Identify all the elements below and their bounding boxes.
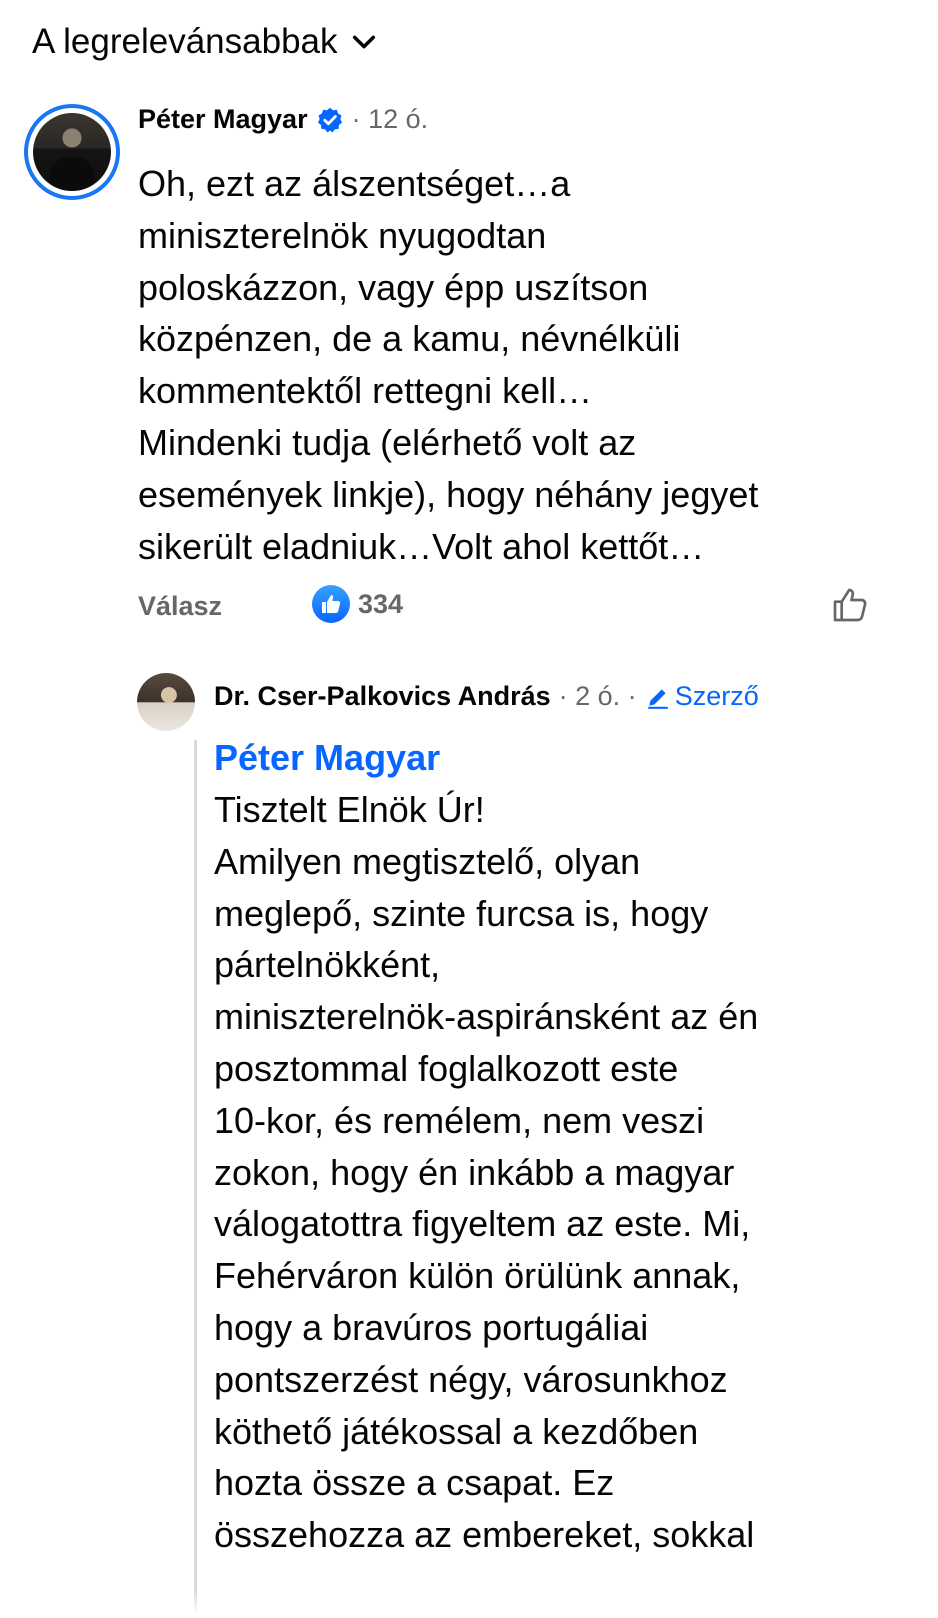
reply-line: összehozza az embereket, sokkal bbox=[214, 1514, 755, 1556]
comment-header: Péter Magyar · 12 ó. bbox=[138, 104, 428, 135]
reply-time[interactable]: · 2 ó. · bbox=[559, 681, 637, 712]
reaction-summary[interactable]: 334 bbox=[312, 585, 403, 623]
reply-line: Amilyen megtisztelő, olyan bbox=[214, 840, 641, 882]
comment-line: poloskázzon, vagy épp uszítson bbox=[138, 266, 649, 308]
thread-line bbox=[194, 740, 197, 1618]
reply-header: Dr. Cser-Palkovics András · 2 ó. · Szerz… bbox=[214, 681, 759, 712]
reply-author[interactable]: Dr. Cser-Palkovics András bbox=[214, 681, 551, 712]
comment-line: miniszterelnök nyugodtan bbox=[138, 214, 547, 256]
avatar[interactable] bbox=[24, 104, 120, 200]
verified-badge-icon bbox=[317, 107, 342, 132]
reply-line: zokon, hogy én inkább a magyar bbox=[214, 1151, 735, 1193]
sort-dropdown[interactable]: A legrelevánsabbak bbox=[32, 22, 378, 62]
author-badge-label: Szerző bbox=[674, 681, 759, 711]
like-reaction-icon bbox=[312, 585, 350, 623]
reply-line: meglepő, szinte furcsa is, hogy bbox=[214, 892, 709, 934]
comment-line: Mindenki tudja (elérhető volt az bbox=[138, 421, 637, 463]
author-badge: Szerző bbox=[645, 681, 759, 712]
like-icon[interactable] bbox=[830, 585, 870, 625]
comment-actions: Válasz 334 bbox=[138, 585, 878, 631]
sort-label: A legrelevánsabbak bbox=[32, 22, 338, 61]
reply-button[interactable]: Válasz bbox=[138, 591, 222, 622]
comment-line: események linkje), hogy néhány jegyet bbox=[138, 473, 759, 515]
comment-line: közpénzen, de a kamu, névnélküli bbox=[138, 318, 681, 360]
reply-text: Tisztelt Elnök Úr! Amilyen megtisztelő, … bbox=[214, 784, 914, 1561]
reply-line: Fehérváron külön örülünk annak, bbox=[214, 1255, 741, 1297]
reply-line: Tisztelt Elnök Úr! bbox=[214, 789, 485, 830]
pencil-icon bbox=[647, 688, 668, 709]
scroll-fade bbox=[0, 1590, 938, 1618]
reply-line: válogatottra figyeltem az este. Mi, bbox=[214, 1203, 751, 1245]
reply-line: hogy a bravúros portugáliai bbox=[214, 1306, 649, 1348]
reply-line: 10-kor, és remélem, nem veszi bbox=[214, 1099, 705, 1141]
avatar[interactable] bbox=[137, 673, 195, 731]
reply-line: pontszerzést négy, városunkhoz bbox=[214, 1358, 728, 1400]
comment-line: kommentektől rettegni kell… bbox=[138, 370, 593, 412]
mention-link[interactable]: Péter Magyar bbox=[214, 737, 440, 779]
reply-line: pártelnökként, bbox=[214, 944, 441, 986]
like-count: 334 bbox=[358, 588, 404, 619]
comment-line: sikerült eladniuk…Volt ahol kettőt… bbox=[138, 525, 705, 567]
reply-line: posztommal foglalkozott este bbox=[214, 1047, 679, 1089]
comment-author[interactable]: Péter Magyar bbox=[138, 104, 308, 135]
reply-line: miniszterelnök-aspiránsként az én bbox=[214, 996, 759, 1038]
comment-text: Oh, ezt az álszentséget…a miniszterelnök… bbox=[138, 158, 898, 572]
chevron-down-icon bbox=[352, 35, 375, 49]
comment-time[interactable]: · 12 ó. bbox=[352, 104, 429, 135]
reply-line: hozta össze a csapat. Ez bbox=[214, 1462, 615, 1504]
comment-line: Oh, ezt az álszentséget…a bbox=[138, 163, 571, 204]
reply-line: köthető játékossal a kezdőben bbox=[214, 1410, 699, 1452]
